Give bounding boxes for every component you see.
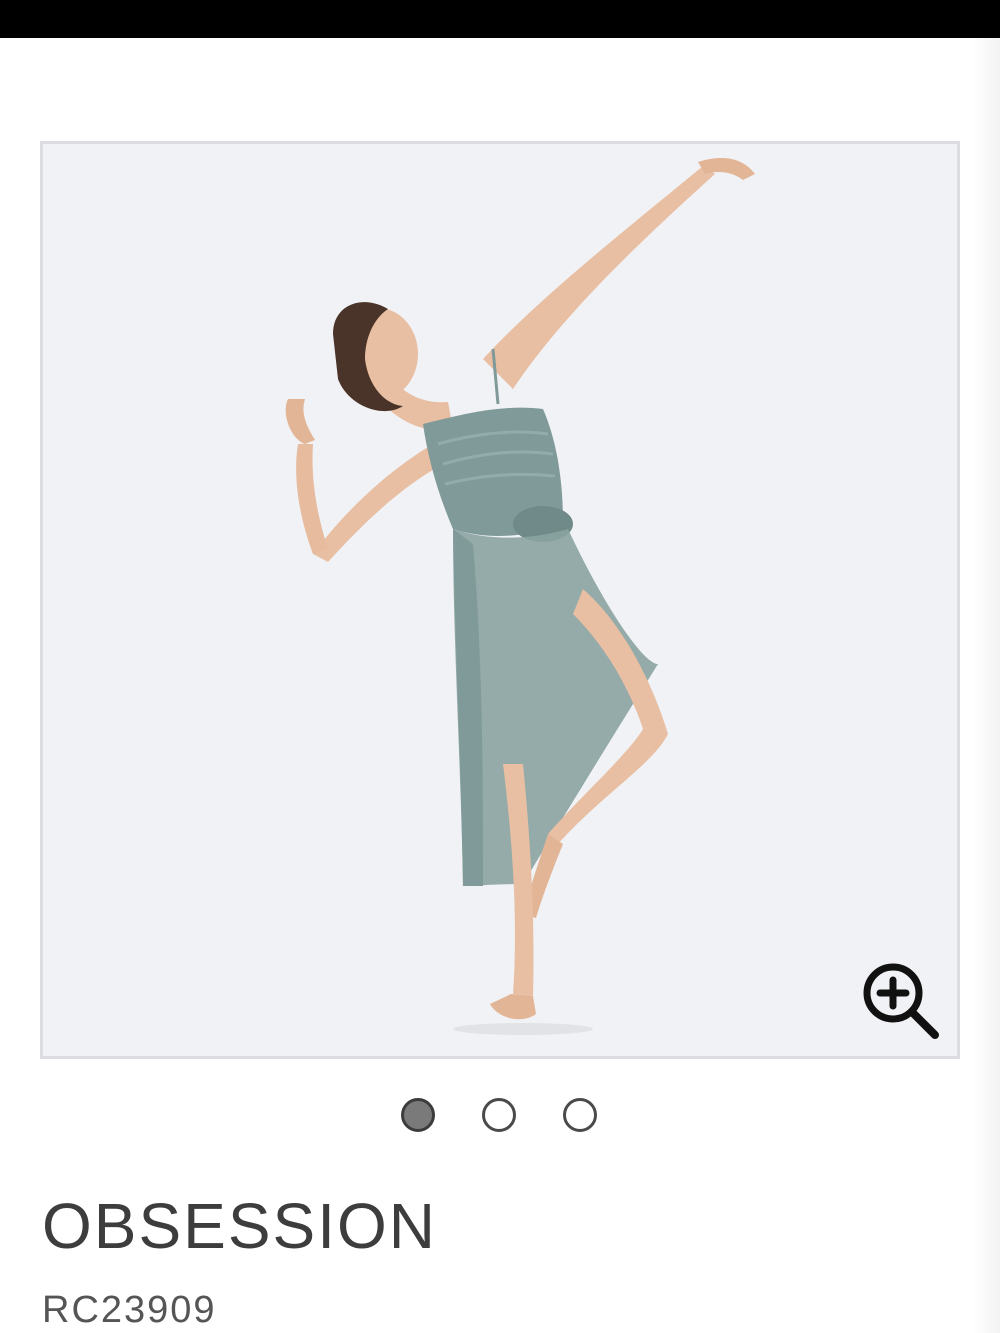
product-sku: RC23909 [42, 1289, 217, 1331]
status-bar [0, 0, 1000, 38]
zoom-button[interactable] [861, 961, 941, 1041]
page-edge-shadow [972, 38, 1000, 1333]
carousel-dot-3[interactable] [563, 1098, 597, 1132]
carousel-dots [0, 1098, 1000, 1138]
carousel-dot-1[interactable] [401, 1098, 435, 1132]
zoom-in-icon [863, 963, 939, 1039]
product-image[interactable] [40, 141, 960, 1059]
product-page: OBSESSION RC23909 [0, 0, 1000, 1333]
carousel-dot-2[interactable] [482, 1098, 516, 1132]
dancer-photo [285, 158, 755, 1035]
product-title: OBSESSION [42, 1190, 437, 1262]
